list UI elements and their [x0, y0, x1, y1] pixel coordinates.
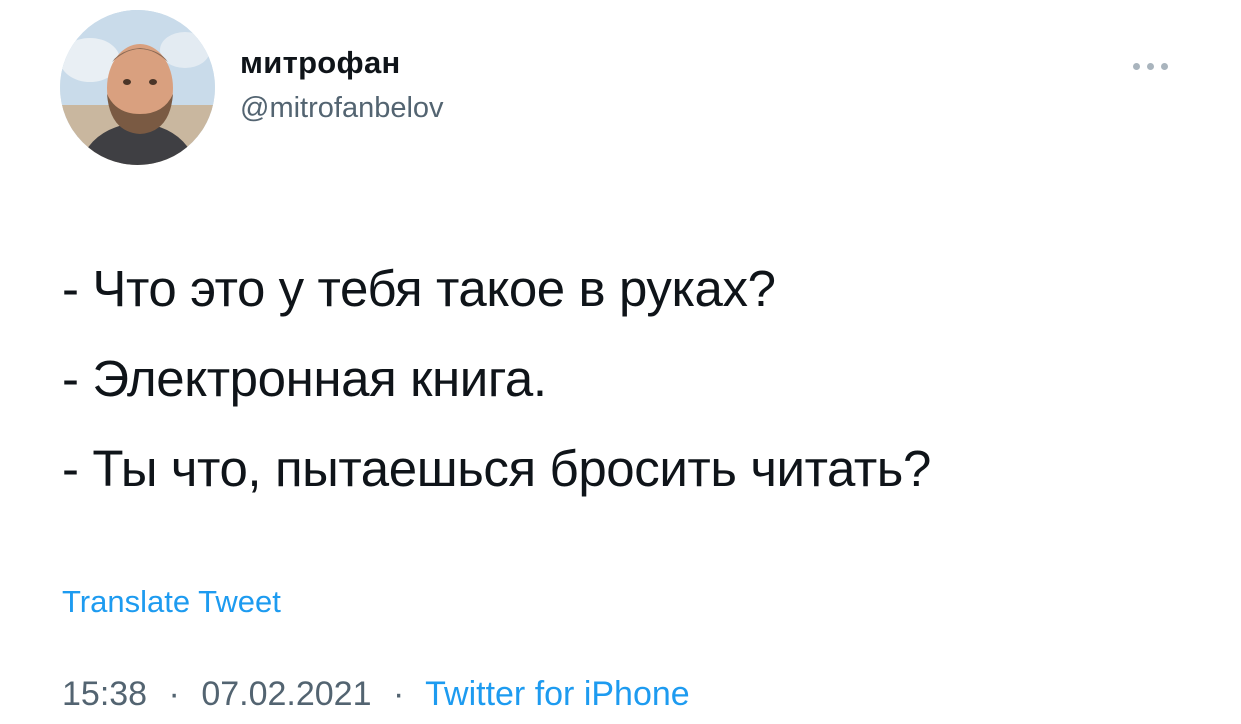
avatar[interactable] — [60, 10, 215, 165]
tweet-line: - Электронная книга. — [62, 350, 547, 407]
more-dot — [1161, 62, 1168, 70]
tweet-line: - Ты что, пытаешься бросить читать? — [62, 440, 931, 497]
handle[interactable]: @mitrofanbelov — [240, 90, 444, 126]
author-block: митрофан @mitrofanbelov — [240, 44, 444, 126]
tweet-date[interactable]: 07.02.2021 — [201, 675, 371, 713]
display-name[interactable]: митрофан — [240, 44, 444, 82]
more-horizontal-icon[interactable] — [1133, 60, 1177, 72]
translate-tweet-link[interactable]: Translate Tweet — [62, 583, 281, 621]
more-dot — [1147, 62, 1154, 70]
tweet-meta: 15:38 · 07.02.2021 · Twitter for iPhone — [62, 672, 690, 716]
more-dot — [1133, 62, 1140, 70]
tweet-card: митрофан @mitrofanbelov - Что это у тебя… — [0, 0, 1241, 724]
tweet-line: - Что это у тебя такое в руках? — [62, 260, 776, 317]
meta-separator: · — [168, 675, 180, 713]
meta-separator: · — [392, 675, 405, 713]
avatar-photo — [60, 10, 215, 165]
tweet-source-link[interactable]: Twitter for iPhone — [425, 675, 690, 713]
tweet-time[interactable]: 15:38 — [62, 675, 147, 713]
tweet-text: - Что это у тебя такое в руках? - Электр… — [62, 244, 931, 514]
